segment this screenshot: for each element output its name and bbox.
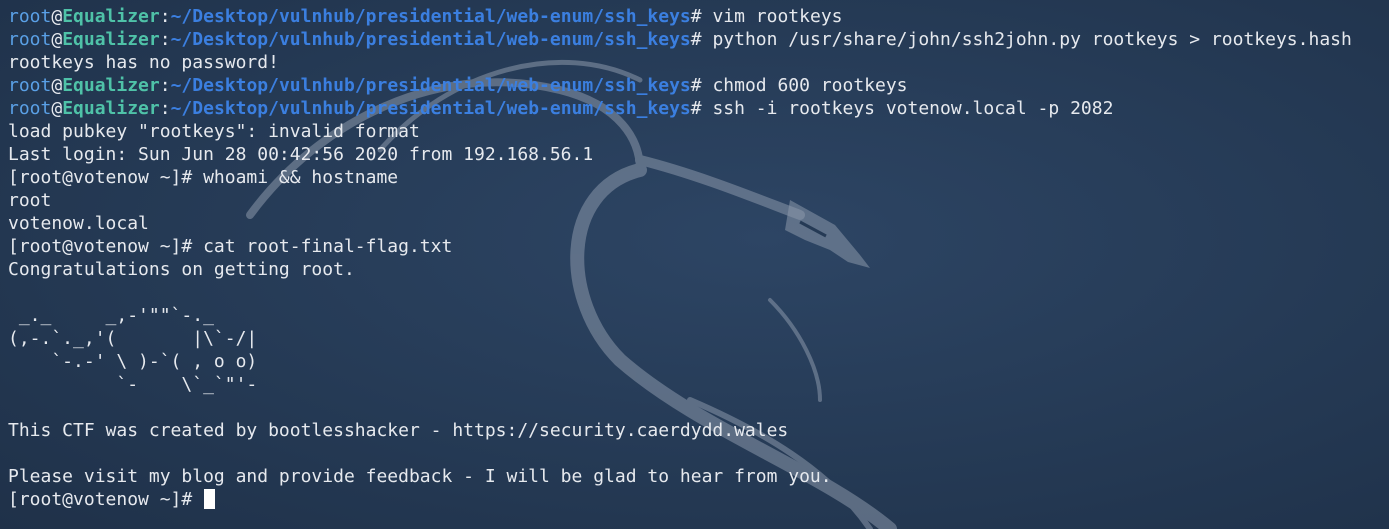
line-text: Congratulations on getting root. bbox=[8, 259, 355, 280]
prompt-at: @ bbox=[51, 29, 63, 50]
prompt-hash: # bbox=[690, 98, 702, 119]
prompt-host: Equalizer bbox=[62, 6, 160, 27]
output-line: root bbox=[8, 189, 1352, 212]
terminal-output[interactable]: root@Equalizer:~/Desktop/vulnhub/preside… bbox=[8, 5, 1352, 511]
line-text: (,-.`._,'( |\`-/| bbox=[8, 328, 258, 349]
prompt-colon: : bbox=[159, 29, 171, 50]
output-line: (,-.`._,'( |\`-/| bbox=[8, 327, 1352, 350]
prompt-path: ~/Desktop/vulnhub/presidential/web-enum/… bbox=[170, 29, 691, 50]
output-line: votenow.local bbox=[8, 212, 1352, 235]
prompt-line: root@Equalizer:~/Desktop/vulnhub/preside… bbox=[8, 28, 1352, 51]
line-text: `- \`_`"'- bbox=[8, 374, 258, 395]
output-line: `-.-' \ )-`( , o o) bbox=[8, 350, 1352, 373]
prompt-path: ~/Desktop/vulnhub/presidential/web-enum/… bbox=[170, 75, 691, 96]
output-line: Last login: Sun Jun 28 00:42:56 2020 fro… bbox=[8, 143, 1352, 166]
prompt-user: root bbox=[8, 98, 52, 119]
output-line: Please visit my blog and provide feedbac… bbox=[8, 465, 1352, 488]
prompt-line: root@Equalizer:~/Desktop/vulnhub/preside… bbox=[8, 97, 1352, 120]
line-text: Please visit my blog and provide feedbac… bbox=[8, 466, 832, 487]
prompt-user: root bbox=[8, 29, 52, 50]
output-line: [root@votenow ~]# bbox=[8, 488, 1352, 511]
line-text: _._ _,-'""`-._ bbox=[8, 305, 214, 326]
output-line: load pubkey "rootkeys": invalid format bbox=[8, 120, 1352, 143]
cursor bbox=[204, 489, 216, 509]
line-text: This CTF was created by bootlesshacker -… bbox=[8, 420, 789, 441]
prompt-line: root@Equalizer:~/Desktop/vulnhub/preside… bbox=[8, 74, 1352, 97]
line-text: [root@votenow ~]# bbox=[8, 489, 204, 510]
output-line: _._ _,-'""`-._ bbox=[8, 304, 1352, 327]
line-text: root bbox=[8, 190, 52, 211]
line-text: `-.-' \ )-`( , o o) bbox=[8, 351, 258, 372]
output-line: [root@votenow ~]# cat root-final-flag.tx… bbox=[8, 235, 1352, 258]
prompt-user: root bbox=[8, 6, 52, 27]
prompt-host: Equalizer bbox=[62, 98, 160, 119]
output-line: This CTF was created by bootlesshacker -… bbox=[8, 419, 1352, 442]
line-text: [root@votenow ~]# whoami && hostname bbox=[8, 167, 399, 188]
prompt-path: ~/Desktop/vulnhub/presidential/web-enum/… bbox=[170, 98, 691, 119]
prompt-colon: : bbox=[159, 98, 171, 119]
line-text: ssh -i rootkeys votenow.local -p 2082 bbox=[701, 98, 1114, 119]
output-line: `- \`_`"'- bbox=[8, 373, 1352, 396]
line-text: chmod 600 rootkeys bbox=[701, 75, 908, 96]
line-text: votenow.local bbox=[8, 213, 149, 234]
prompt-colon: : bbox=[159, 75, 171, 96]
prompt-at: @ bbox=[51, 75, 63, 96]
prompt-colon: : bbox=[159, 6, 171, 27]
output-line: Congratulations on getting root. bbox=[8, 258, 1352, 281]
prompt-host: Equalizer bbox=[62, 75, 160, 96]
output-line: rootkeys has no password! bbox=[8, 51, 1352, 74]
prompt-line: root@Equalizer:~/Desktop/vulnhub/preside… bbox=[8, 5, 1352, 28]
output-line: [root@votenow ~]# whoami && hostname bbox=[8, 166, 1352, 189]
prompt-host: Equalizer bbox=[62, 29, 160, 50]
prompt-path: ~/Desktop/vulnhub/presidential/web-enum/… bbox=[170, 6, 691, 27]
line-text: vim rootkeys bbox=[701, 6, 843, 27]
prompt-at: @ bbox=[51, 6, 63, 27]
line-text: [root@votenow ~]# cat root-final-flag.tx… bbox=[8, 236, 453, 257]
prompt-at: @ bbox=[51, 98, 63, 119]
prompt-user: root bbox=[8, 75, 52, 96]
line-text: Last login: Sun Jun 28 00:42:56 2020 fro… bbox=[8, 144, 594, 165]
prompt-hash: # bbox=[690, 29, 702, 50]
line-text: rootkeys has no password! bbox=[8, 52, 279, 73]
prompt-hash: # bbox=[690, 6, 702, 27]
line-text: python /usr/share/john/ssh2john.py rootk… bbox=[701, 29, 1352, 50]
line-text: load pubkey "rootkeys": invalid format bbox=[8, 121, 420, 142]
prompt-hash: # bbox=[690, 75, 702, 96]
